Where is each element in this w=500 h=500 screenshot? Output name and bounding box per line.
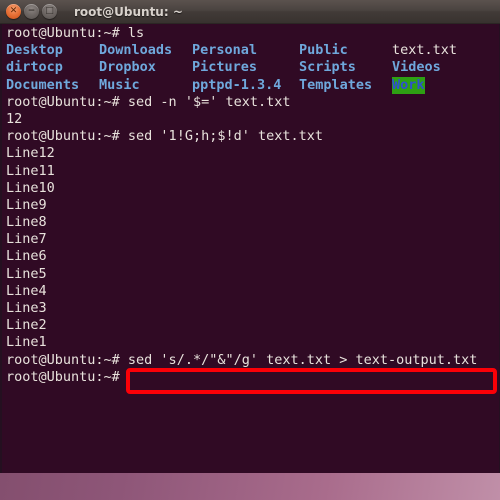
terminal-body[interactable]: root@Ubuntu:~# ls Desktop Downloads Pers… xyxy=(0,24,500,473)
shell-prompt: root@Ubuntu:~# xyxy=(6,128,128,145)
terminal-output-line: Line11 xyxy=(6,162,55,179)
ls-entry: Templates xyxy=(299,76,373,93)
terminal-output-line: Line12 xyxy=(6,145,55,162)
ls-output-row: dirtocp Dropbox Pictures Scripts Videos xyxy=(6,59,499,76)
command-text-highlighted: sed 's/.*/"&"/g' text.txt > text-output.… xyxy=(127,351,478,368)
ls-entry: Documents xyxy=(6,76,80,93)
terminal-output-line: Line2 xyxy=(6,317,47,334)
terminal-output-line: Line7 xyxy=(6,231,47,248)
minimize-button[interactable]: − xyxy=(24,4,39,19)
ls-output-row: Desktop Downloads Personal Public text.t… xyxy=(6,42,499,59)
terminal-output-line: Line4 xyxy=(6,282,47,299)
terminal-line-final-prompt: root@Ubuntu:~# xyxy=(6,368,128,385)
minimize-icon: − xyxy=(27,6,36,16)
ls-entry-highlighted: Work xyxy=(392,76,425,94)
maximize-button[interactable]: □ xyxy=(42,4,57,19)
shell-prompt: root@Ubuntu:~# xyxy=(6,93,128,110)
ls-entry: Public xyxy=(299,42,348,59)
terminal-line-command-ls: root@Ubuntu:~# ls xyxy=(6,25,499,42)
shell-prompt: root@Ubuntu:~# xyxy=(6,351,128,368)
maximize-icon: □ xyxy=(45,6,54,16)
window-titlebar[interactable]: ✕ − □ root@Ubuntu: ~ xyxy=(0,0,500,24)
ls-entry: pptpd-1.3.4 xyxy=(192,76,282,93)
terminal-line-command-highlighted: root@Ubuntu:~# sed 's/.*/"&"/g' text.txt… xyxy=(6,352,499,369)
close-icon: ✕ xyxy=(9,6,18,16)
ls-entry: Pictures xyxy=(192,59,258,76)
ls-entry: Dropbox xyxy=(99,59,156,76)
terminal-output-line: Line3 xyxy=(6,300,47,316)
terminal-output-line: Line6 xyxy=(6,248,47,265)
terminal-output-line: Line5 xyxy=(6,265,47,282)
command-text: ls xyxy=(127,25,145,41)
ls-entry: Personal xyxy=(192,42,258,59)
ls-entry: dirtocp xyxy=(6,59,63,76)
command-text: sed -n '$=' text.txt xyxy=(127,93,291,110)
close-button[interactable]: ✕ xyxy=(6,4,21,19)
command-text: sed '1!G;h;$!d' text.txt xyxy=(127,128,323,145)
ls-entry: Scripts xyxy=(299,59,356,76)
shell-prompt: root@Ubuntu:~# xyxy=(6,25,128,41)
terminal-output-line: Line8 xyxy=(6,214,47,231)
ls-output-row: Documents Music pptpd-1.3.4 Templates Wo… xyxy=(6,76,499,94)
terminal-window: ✕ − □ root@Ubuntu: ~ root@Ubuntu:~# ls D… xyxy=(0,0,500,473)
terminal-output-line: Line1 xyxy=(6,334,47,351)
terminal-line-command-reverse: root@Ubuntu:~# sed '1!G;h;$!d' text.txt xyxy=(6,128,499,145)
ls-entry: Downloads xyxy=(99,42,173,59)
ls-entry: text.txt xyxy=(392,42,458,59)
terminal-output-line: Line9 xyxy=(6,196,47,213)
ls-entry: Videos xyxy=(392,59,441,76)
screenshot-root: ✕ − □ root@Ubuntu: ~ root@Ubuntu:~# ls D… xyxy=(0,0,500,500)
terminal-line-output-count: 12 xyxy=(6,110,23,127)
ls-entry: Desktop xyxy=(6,42,63,59)
window-title: root@Ubuntu: ~ xyxy=(74,4,183,19)
terminal-output-line: Line10 xyxy=(6,179,55,196)
ls-entry: Music xyxy=(99,76,140,93)
terminal-line-command-count: root@Ubuntu:~# sed -n '$=' text.txt xyxy=(6,94,499,111)
